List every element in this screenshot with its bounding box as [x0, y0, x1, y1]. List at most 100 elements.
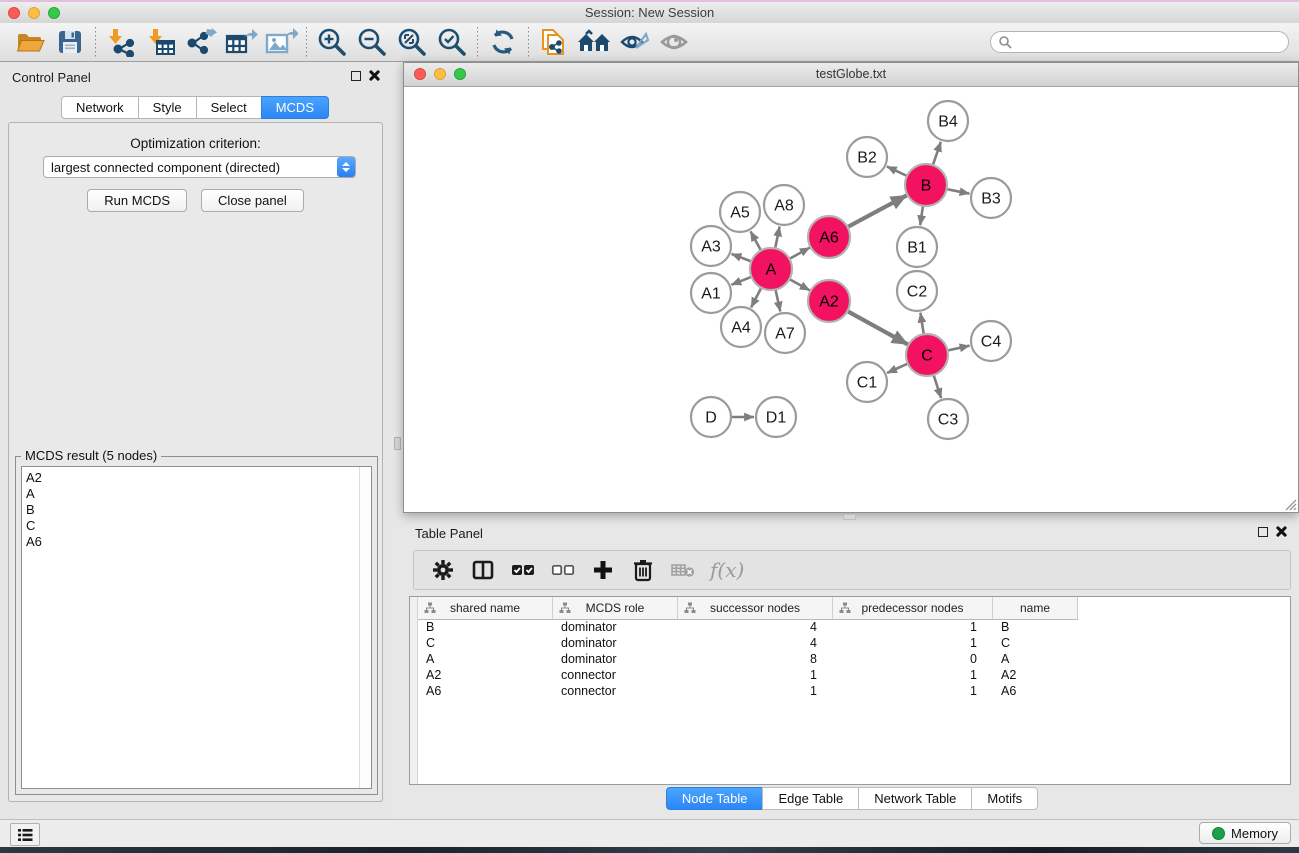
zoom-selected-icon[interactable] — [432, 25, 472, 59]
result-item[interactable]: B — [22, 502, 371, 518]
table-cell[interactable]: 1 — [678, 684, 833, 698]
table-cell[interactable]: connector — [553, 668, 678, 682]
result-item[interactable]: A2 — [22, 470, 371, 486]
graph-node-B4[interactable]: B4 — [928, 101, 968, 141]
table-cell[interactable]: A6 — [993, 684, 1078, 698]
table-cell[interactable]: B — [993, 620, 1078, 634]
table-cell[interactable]: A2 — [418, 668, 553, 682]
save-session-icon[interactable] — [50, 25, 90, 59]
graph-edge-A-A3[interactable] — [732, 254, 752, 262]
tab-mcds[interactable]: MCDS — [261, 96, 329, 119]
float-panel-icon[interactable] — [351, 71, 361, 81]
graph-edge-B-B2[interactable] — [887, 166, 907, 176]
graph-edge-A-A6[interactable] — [789, 248, 809, 259]
graph-node-A6[interactable]: A6 — [808, 216, 850, 258]
graph-edge-C-C1[interactable] — [887, 364, 908, 373]
graph-node-A8[interactable]: A8 — [764, 185, 804, 225]
clone-network-icon[interactable] — [534, 25, 574, 59]
graph-node-A2[interactable]: A2 — [808, 280, 850, 322]
table-cell[interactable]: A2 — [993, 668, 1078, 682]
table-cell[interactable]: dominator — [553, 652, 678, 666]
table-cell[interactable]: 0 — [833, 652, 993, 666]
refresh-layout-icon[interactable] — [483, 25, 523, 59]
graph-node-C[interactable]: C — [906, 334, 948, 376]
zoom-out-icon[interactable] — [352, 25, 392, 59]
graph-node-A5[interactable]: A5 — [720, 192, 760, 232]
zoom-in-icon[interactable] — [312, 25, 352, 59]
tab-style[interactable]: Style — [138, 96, 196, 119]
show-panels-icon[interactable] — [654, 25, 694, 59]
network-window-titlebar[interactable]: testGlobe.txt — [404, 63, 1298, 87]
table-settings-icon[interactable] — [430, 557, 456, 583]
graph-edge-A-A5[interactable] — [751, 231, 761, 250]
criterion-dropdown[interactable]: largest connected component (directed) — [43, 156, 356, 178]
home-icon[interactable] — [574, 25, 614, 59]
graph-edge-B-B1[interactable] — [920, 206, 923, 225]
table-row[interactable]: Bdominator41B — [418, 619, 1290, 635]
graph-edge-A-A4[interactable] — [751, 288, 761, 308]
export-network-icon[interactable] — [181, 25, 221, 59]
tab-select[interactable]: Select — [196, 96, 261, 119]
column-header-name[interactable]: name — [993, 597, 1078, 619]
graph-edge-B-B4[interactable] — [933, 142, 941, 165]
graph-node-A7[interactable]: A7 — [765, 313, 805, 353]
tab-node-table[interactable]: Node Table — [666, 787, 763, 810]
graph-edge-C-C4[interactable] — [948, 346, 970, 351]
column-visibility-icon[interactable] — [470, 557, 496, 583]
export-image-icon[interactable] — [261, 25, 301, 59]
table-cell[interactable]: dominator — [553, 636, 678, 650]
graph-node-C2[interactable]: C2 — [897, 271, 937, 311]
graph-node-D1[interactable]: D1 — [756, 397, 796, 437]
graph-node-A[interactable]: A — [750, 248, 792, 290]
delete-table-icon[interactable] — [670, 557, 696, 583]
memory-button[interactable]: Memory — [1199, 822, 1291, 844]
table-cell[interactable]: 1 — [833, 636, 993, 650]
node-table[interactable]: shared nameMCDS rolesuccessor nodesprede… — [409, 596, 1291, 785]
graph-node-C4[interactable]: C4 — [971, 321, 1011, 361]
result-item[interactable]: A6 — [22, 534, 371, 550]
table-cell[interactable]: dominator — [553, 620, 678, 634]
result-item[interactable]: C — [22, 518, 371, 534]
table-cell[interactable]: connector — [553, 684, 678, 698]
search-input[interactable] — [1012, 33, 1288, 51]
table-cell[interactable]: A6 — [418, 684, 553, 698]
graph-edge-C-C3[interactable] — [934, 375, 942, 398]
graph-edge-A2-C[interactable] — [847, 311, 907, 344]
add-column-icon[interactable] — [590, 557, 616, 583]
delete-column-icon[interactable] — [630, 557, 656, 583]
table-cell[interactable]: C — [418, 636, 553, 650]
graph-node-C3[interactable]: C3 — [928, 399, 968, 439]
table-cell[interactable]: A — [418, 652, 553, 666]
search-field[interactable] — [990, 31, 1289, 53]
close-table-panel-icon[interactable] — [1276, 526, 1287, 537]
table-cell[interactable]: 4 — [678, 636, 833, 650]
tab-network-table[interactable]: Network Table — [858, 787, 971, 810]
float-table-panel-icon[interactable] — [1258, 527, 1268, 537]
table-cell[interactable]: C — [993, 636, 1078, 650]
graph-node-A1[interactable]: A1 — [691, 273, 731, 313]
graph-node-D[interactable]: D — [691, 397, 731, 437]
export-table-icon[interactable] — [221, 25, 261, 59]
table-cell[interactable]: 8 — [678, 652, 833, 666]
function-builder-icon[interactable]: f(x) — [710, 558, 744, 582]
column-header-MCDS-role[interactable]: MCDS role — [553, 597, 678, 619]
graph-node-C1[interactable]: C1 — [847, 362, 887, 402]
column-header-predecessor-nodes[interactable]: predecessor nodes — [833, 597, 993, 619]
network-canvas[interactable]: AA1A2A3A4A5A6A7A8BB1B2B3B4CC1C2C3C4DD1 — [404, 87, 1298, 512]
graph-edge-A6-B[interactable] — [848, 195, 907, 227]
graph-edge-A-A2[interactable] — [789, 279, 809, 290]
task-history-button[interactable] — [10, 823, 40, 846]
zoom-fit-icon[interactable] — [392, 25, 432, 59]
table-cell[interactable]: A — [993, 652, 1078, 666]
table-cell[interactable]: 1 — [833, 684, 993, 698]
result-item[interactable]: A — [22, 486, 371, 502]
close-panel-button[interactable]: Close panel — [201, 189, 304, 212]
vertical-splitter-handle[interactable] — [394, 437, 401, 450]
import-network-icon[interactable] — [101, 25, 141, 59]
table-cell[interactable]: 1 — [833, 668, 993, 682]
table-cell[interactable]: 1 — [678, 668, 833, 682]
table-row[interactable]: Cdominator41C — [418, 635, 1290, 651]
tab-motifs[interactable]: Motifs — [971, 787, 1038, 810]
graph-edge-A-A1[interactable] — [731, 277, 751, 285]
column-header-successor-nodes[interactable]: successor nodes — [678, 597, 833, 619]
